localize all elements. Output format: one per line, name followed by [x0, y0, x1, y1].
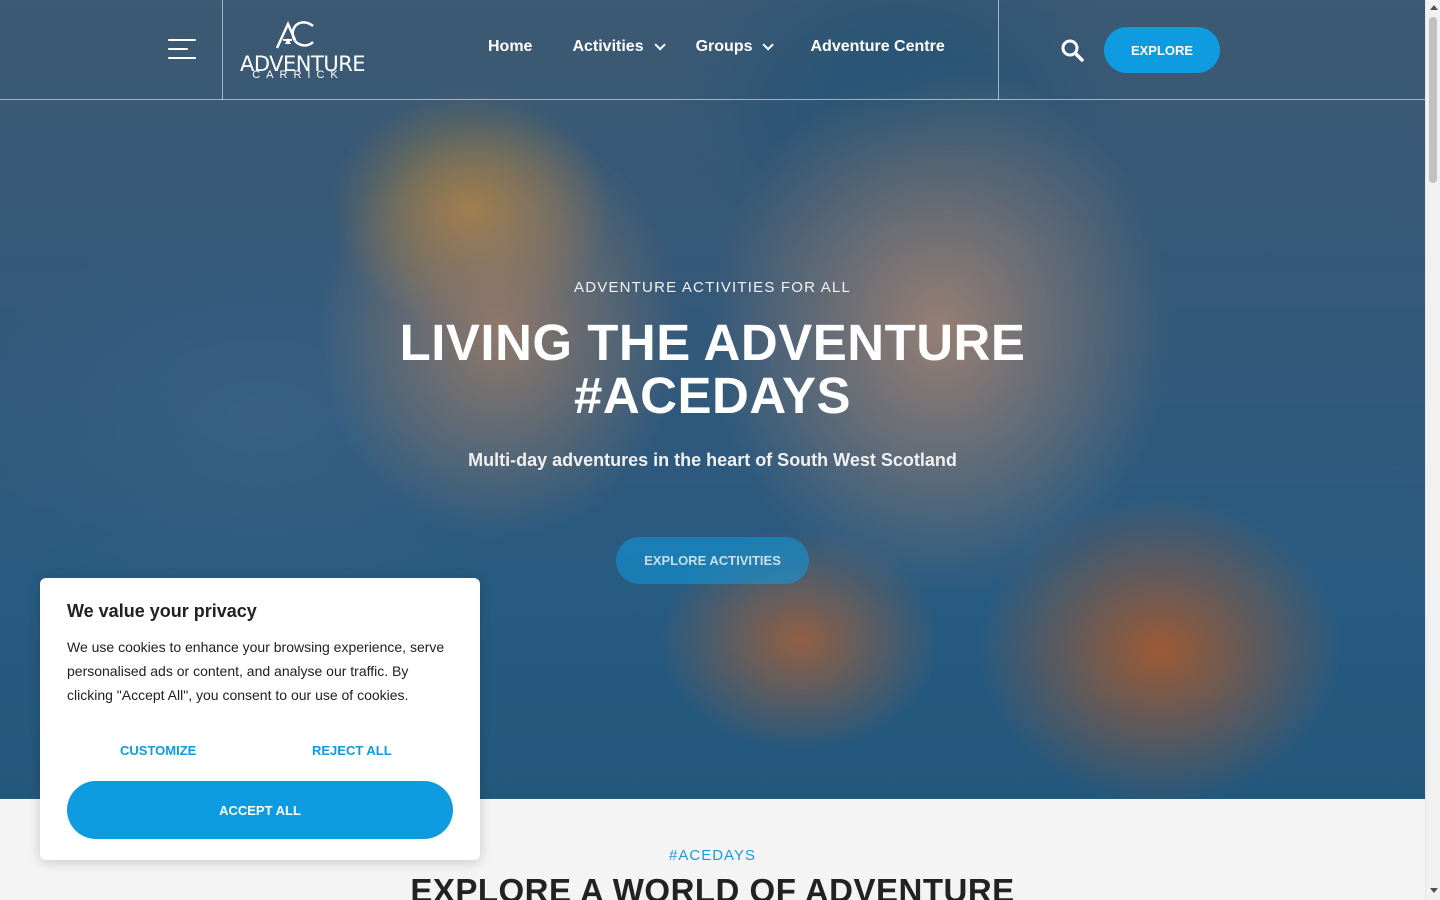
nav-activities-label: Activities — [572, 38, 644, 55]
section-title: EXPLORE A WORLD OF ADVENTURE — [410, 872, 1015, 900]
search-icon[interactable] — [1060, 38, 1084, 62]
hero-title-line1: LIVING THE ADVENTURE — [399, 314, 1026, 371]
chevron-down-icon — [762, 39, 775, 51]
scrollbar-thumb[interactable] — [1429, 17, 1437, 183]
cookie-title: We value your privacy — [67, 601, 257, 621]
page-scrollbar[interactable] — [1425, 0, 1440, 900]
nav-home-label: Home — [488, 38, 533, 55]
hero-title-line2: #ACEDAYS — [573, 367, 852, 424]
accept-all-button[interactable]: ACCEPT ALL — [67, 781, 453, 839]
reject-all-button[interactable]: REJECT ALL — [312, 743, 392, 758]
header-divider — [998, 0, 999, 100]
hero-title: LIVING THE ADVENTURE #ACEDAYS — [0, 316, 1425, 422]
cookie-consent-dialog: We value your privacy We use cookies to … — [40, 578, 480, 860]
explore-activities-button[interactable]: EXPLORE ACTIVITIES — [616, 537, 809, 584]
explore-button[interactable]: EXPLORE — [1104, 27, 1220, 73]
scroll-down-arrow-icon[interactable] — [1430, 888, 1438, 893]
cookie-body: We use cookies to enhance your browsing … — [67, 639, 445, 703]
nav-home[interactable]: Home — [488, 38, 532, 56]
site-header: ADVENTURE CARRICK Home Activities Groups… — [0, 0, 1425, 100]
chevron-down-icon — [654, 39, 666, 51]
nav-adventure-centre-label: Adventure Centre — [810, 38, 945, 55]
hero-eyebrow: ADVENTURE ACTIVITIES FOR ALL — [574, 279, 851, 296]
nav-groups[interactable]: Groups — [695, 38, 775, 56]
nav-activities[interactable]: Activities — [572, 38, 666, 56]
scroll-up-arrow-icon[interactable] — [1430, 5, 1438, 10]
nav-adventure-centre[interactable]: Adventure Centre — [810, 38, 944, 56]
menu-icon[interactable] — [168, 39, 196, 61]
hero-subtitle: Multi-day adventures in the heart of Sou… — [468, 450, 957, 470]
logo-mark-icon — [275, 20, 314, 49]
customize-button[interactable]: CUSTOMIZE — [120, 743, 196, 758]
header-divider — [222, 0, 223, 100]
site-logo[interactable]: ADVENTURE CARRICK — [240, 20, 366, 82]
nav-groups-label: Groups — [695, 38, 753, 55]
logo-subtext: CARRICK — [252, 69, 344, 81]
main-nav: Home Activities Groups Adventure Centre — [488, 38, 945, 56]
